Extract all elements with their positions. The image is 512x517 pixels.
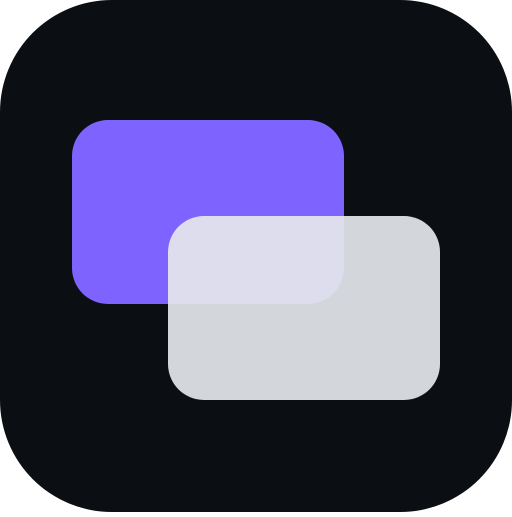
overlapping-windows-icon [0, 0, 512, 512]
front-card-shape [168, 216, 440, 400]
app-icon [0, 0, 512, 512]
